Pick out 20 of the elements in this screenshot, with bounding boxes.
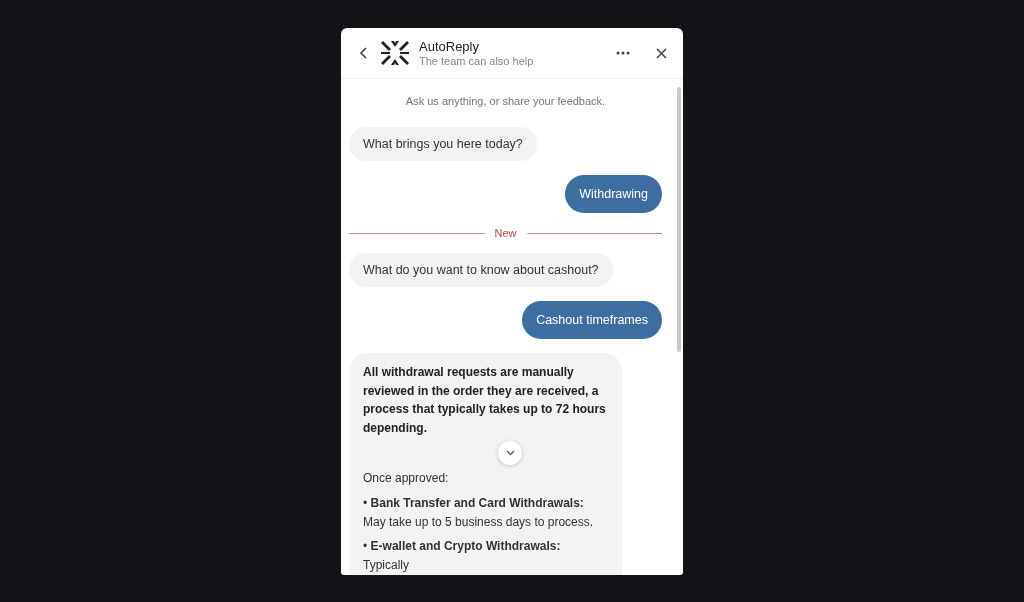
new-messages-label: New xyxy=(494,227,517,239)
user-message: Cashout timeframes xyxy=(522,301,662,339)
more-button[interactable] xyxy=(614,49,632,57)
chevron-down-icon xyxy=(505,450,515,457)
user-message: Withdrawing xyxy=(565,175,662,213)
chat-subtitle: The team can also help xyxy=(419,55,535,67)
message-paragraph: All withdrawal requests are manually reviewed in the order they are received, a process that typically takes up to 72 hours depending. xyxy=(363,364,607,437)
logo-icon xyxy=(381,39,409,67)
bullet-item: • E-wallet and Crypto Withdrawals: Typically xyxy=(363,538,562,574)
chat-title: AutoReply xyxy=(419,39,480,54)
close-button[interactable] xyxy=(654,45,669,61)
close-icon xyxy=(656,47,667,59)
back-icon xyxy=(359,47,369,59)
intro-text: Ask us anything, or share your feedback. xyxy=(404,95,607,107)
bot-message: What do you want to know about cashout? xyxy=(349,253,613,287)
more-icon xyxy=(616,51,630,55)
scrollbar-thumb[interactable] xyxy=(677,87,681,352)
message-paragraph: Once approved: xyxy=(363,470,450,488)
bot-message: What brings you here today? xyxy=(349,127,537,161)
bullet-item: • Bank Transfer and Card Withdrawals: May take up to 5 business days to process. xyxy=(363,494,595,531)
